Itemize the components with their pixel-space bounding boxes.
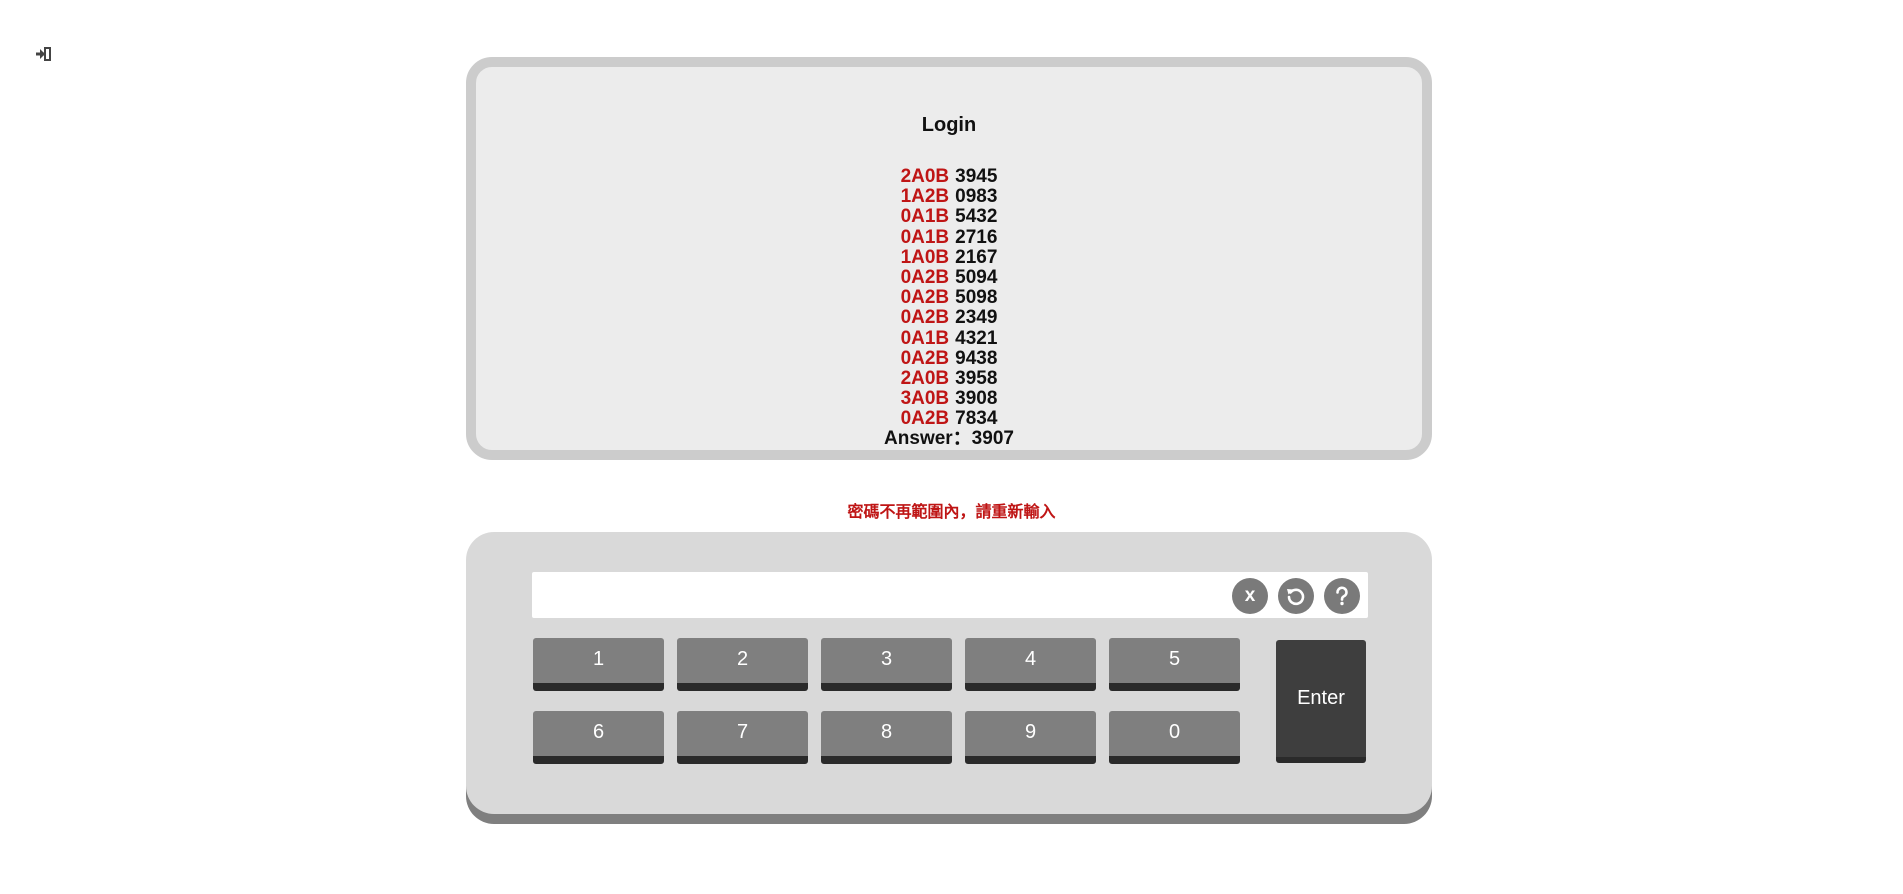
guess-row: 2A0B 3945	[476, 166, 1422, 187]
guess-row: 0A1B 2716	[476, 226, 1422, 248]
guess-row: 0A2B 2349	[476, 308, 1422, 328]
guess-result: 0A1B	[900, 226, 950, 248]
key-7[interactable]: 7	[677, 711, 808, 764]
guess-number: 5098	[955, 287, 998, 309]
key-6[interactable]: 6	[533, 711, 664, 764]
keypad-panel: x 1 2 3 4 5 6 7 8 9 0 Enter	[466, 532, 1432, 814]
guess-row: 0A2B 5094	[476, 266, 1422, 288]
enter-button[interactable]: Enter	[1276, 640, 1366, 763]
key-label: 4	[1024, 648, 1037, 670]
key-label: 3	[880, 648, 893, 670]
answer-text: Answer：3907	[884, 428, 1014, 449]
error-message: 密碼不再範圍內，請重新輸入	[847, 504, 1056, 521]
logout-icon[interactable]	[34, 44, 54, 64]
key-label: 8	[880, 721, 893, 743]
help-button[interactable]	[1324, 578, 1360, 614]
guess-row: 1A0B 2167	[476, 246, 1422, 268]
guess-result: 2A0B	[900, 367, 950, 389]
guess-row: 0A1B 5432	[476, 207, 1422, 227]
guess-number: 2167	[955, 246, 998, 268]
guess-result: 0A2B	[900, 266, 950, 288]
guess-result: 2A0B	[900, 166, 950, 187]
key-3[interactable]: 3	[821, 638, 952, 691]
undo-icon	[1287, 588, 1305, 606]
key-label: 0	[1168, 721, 1181, 743]
key-0[interactable]: 0	[1109, 711, 1240, 764]
key-2[interactable]: 2	[677, 638, 808, 691]
guess-result: 0A2B	[900, 347, 950, 369]
key-label: 2	[736, 648, 749, 670]
guess-result: 1A0B	[900, 246, 950, 268]
guess-row: 0A1B 4321	[476, 327, 1422, 349]
guess-number: 5432	[955, 206, 998, 228]
page-title: Login	[921, 114, 977, 136]
guess-list: 2A0B 3945 1A2B 0983 0A1B 5432 0A1B 2716 1A0B…	[476, 166, 1422, 429]
key-label: 1	[592, 648, 605, 670]
key-5[interactable]: 5	[1109, 638, 1240, 691]
key-8[interactable]: 8	[821, 711, 952, 764]
guess-number: 3908	[955, 388, 998, 410]
guess-row: 0A2B 9438	[476, 347, 1422, 369]
guess-number: 9438	[955, 347, 998, 369]
key-4[interactable]: 4	[965, 638, 1096, 691]
key-9[interactable]: 9	[965, 711, 1096, 764]
key-label: 5	[1168, 648, 1181, 670]
guess-row: 2A0B 3958	[476, 367, 1422, 389]
guess-result: 0A1B	[900, 206, 950, 228]
guess-number: 5094	[955, 266, 998, 288]
clear-button[interactable]: x	[1232, 578, 1268, 614]
guess-result: 0A2B	[900, 287, 950, 309]
guess-number: 2349	[955, 307, 998, 329]
guess-row: 3A0B 3908	[476, 388, 1422, 410]
reset-button[interactable]	[1278, 578, 1314, 614]
key-label: 7	[736, 721, 749, 743]
guess-row: 0A2B 5098	[476, 288, 1422, 308]
guess-result: 1A2B	[900, 186, 950, 208]
guess-number: 3945	[955, 166, 998, 187]
guess-history-panel: Login 2A0B 3945 1A2B 0983 0A1B 5432 0A1B 271…	[466, 57, 1432, 460]
guess-result: 0A1B	[900, 327, 950, 349]
key-label: 9	[1024, 721, 1037, 743]
guess-number: 4321	[955, 327, 998, 349]
key-1[interactable]: 1	[533, 638, 664, 691]
guess-row: 1A2B 0983	[476, 187, 1422, 207]
key-label: 6	[592, 721, 605, 743]
guess-number: 0983	[955, 186, 998, 208]
guess-result: 3A0B	[900, 388, 950, 410]
question-mark-icon	[1336, 586, 1348, 606]
guess-result: 0A2B	[900, 307, 950, 329]
guess-number: 2716	[955, 226, 998, 248]
guess-number: 3958	[955, 367, 998, 389]
code-input[interactable]: x	[532, 572, 1368, 618]
